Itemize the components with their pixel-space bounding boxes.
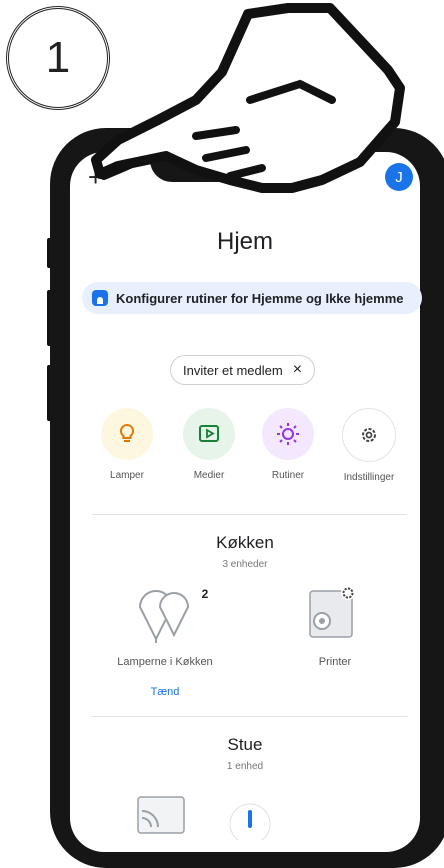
pointing-hand-icon	[91, 3, 405, 193]
